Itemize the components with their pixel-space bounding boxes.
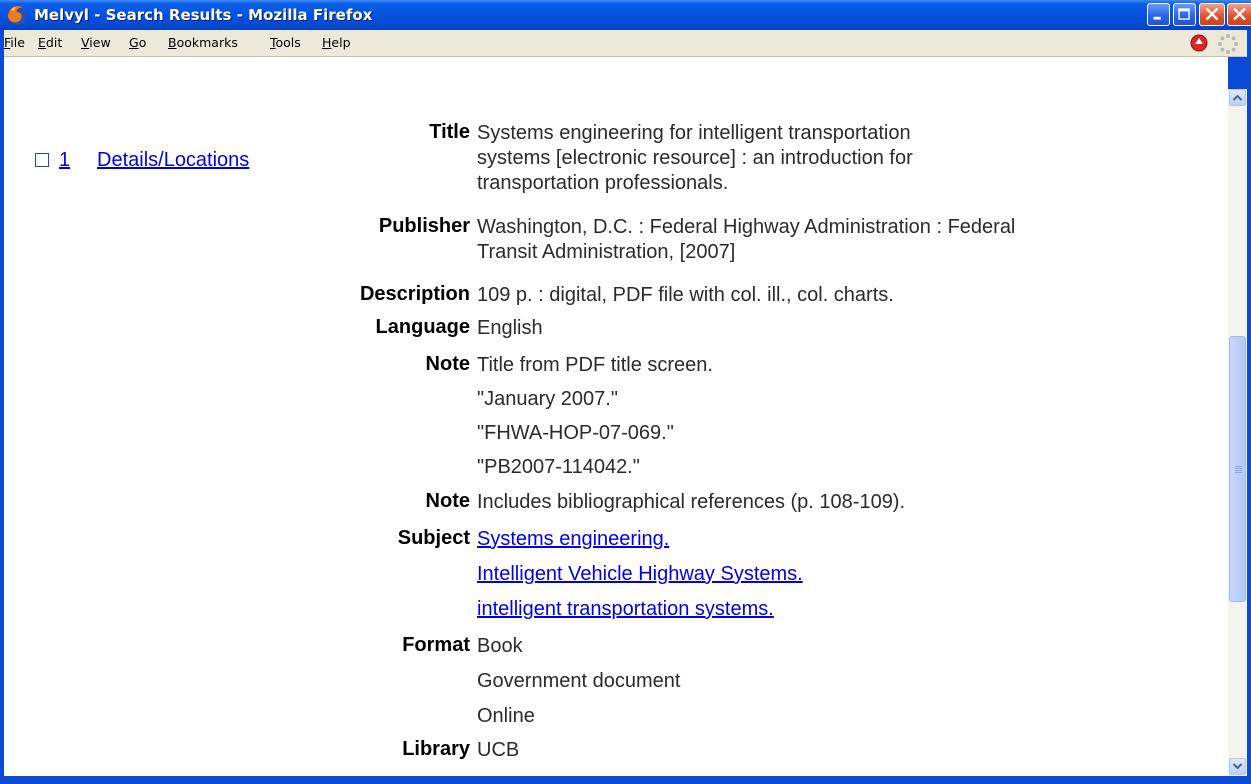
language-value: English (477, 317, 543, 339)
note-value: "PB2007-114042." (477, 456, 640, 478)
title-value: Systems engineering for intelligent tran… (477, 121, 1217, 196)
format-value: Online (477, 705, 535, 727)
menu-edit[interactable]: Edit (38, 35, 62, 50)
title-line: Systems engineering for intelligent tran… (477, 122, 911, 144)
window-title: Melvyl - Search Results - Mozilla Firefo… (34, 6, 373, 24)
window-bottom-border (0, 776, 1251, 784)
record-number-link[interactable]: 1 (59, 149, 70, 172)
title-line: systems [electronic resource] : an intro… (477, 147, 913, 169)
chevron-up-icon (1232, 94, 1243, 101)
menu-bar: File Edit View Go Bookmarks Tools Help (4, 30, 1247, 57)
note-value: "January 2007." (477, 388, 618, 410)
note-value: Title from PDF title screen. (477, 354, 713, 376)
menu-file[interactable]: File (4, 35, 25, 50)
close-icon (1205, 7, 1219, 21)
menu-tools[interactable]: Tools (270, 35, 301, 50)
publisher-value: Washington, D.C. : Federal Highway Admin… (477, 215, 1217, 265)
format-value: Book (477, 635, 523, 657)
note-value: "FHWA-HOP-07-069." (477, 422, 674, 444)
subject-label: Subject (397, 527, 470, 549)
browser-window: Melvyl - Search Results - Mozilla Firefo… (0, 0, 1251, 784)
title-bar[interactable]: Melvyl - Search Results - Mozilla Firefo… (0, 0, 1251, 30)
subject-link[interactable]: intelligent transportation systems. (477, 598, 774, 620)
page-content: 1 Details/Locations Title Systems engine… (4, 57, 1228, 776)
throbber-icon (1218, 34, 1238, 54)
title-line: transportation professionals. (477, 172, 729, 194)
scroll-down-button[interactable] (1229, 758, 1246, 775)
format-label: Format (402, 634, 470, 656)
maximize-button[interactable] (1173, 3, 1196, 26)
minimize-button[interactable] (1147, 3, 1170, 26)
minimize-icon (1153, 16, 1161, 20)
publisher-line: Transit Administration, [2007] (477, 241, 736, 263)
library-label: Library (402, 738, 470, 760)
close-button[interactable] (1199, 3, 1225, 26)
note-label: Note (425, 490, 470, 512)
record-select-checkbox[interactable] (35, 153, 49, 167)
description-label: Description (359, 283, 470, 305)
title-label: Title (429, 121, 470, 143)
format-value: Government document (477, 670, 681, 692)
menu-go[interactable]: Go (129, 35, 146, 50)
publisher-line: Washington, D.C. : Federal Highway Admin… (477, 216, 1016, 238)
menu-help[interactable]: Help (322, 35, 351, 50)
menu-view[interactable]: View (81, 35, 111, 50)
maximize-icon (1178, 8, 1190, 20)
menu-bookmarks[interactable]: Bookmarks (168, 35, 238, 50)
stop-icon[interactable] (1190, 34, 1208, 52)
scroll-thumb[interactable] (1229, 336, 1246, 602)
chevron-down-icon (1232, 763, 1243, 770)
library-value: UCB (477, 739, 520, 761)
language-label: Language (375, 316, 470, 338)
vertical-scrollbar[interactable] (1228, 89, 1247, 776)
firefox-logo-icon (7, 5, 27, 25)
subject-link[interactable]: Systems engineering. (477, 528, 669, 550)
publisher-label: Publisher (378, 215, 470, 237)
description-value: 109 p. : digital, PDF file with col. ill… (477, 284, 894, 306)
close-button-overflow[interactable] (1227, 3, 1251, 26)
scroll-up-button[interactable] (1229, 89, 1246, 106)
details-locations-link[interactable]: Details/Locations (97, 149, 249, 172)
close-icon (1233, 7, 1246, 21)
note-label: Note (425, 353, 470, 375)
subject-link[interactable]: Intelligent Vehicle Highway Systems. (477, 563, 803, 585)
note-value: Includes bibliographical references (p. … (477, 491, 906, 513)
